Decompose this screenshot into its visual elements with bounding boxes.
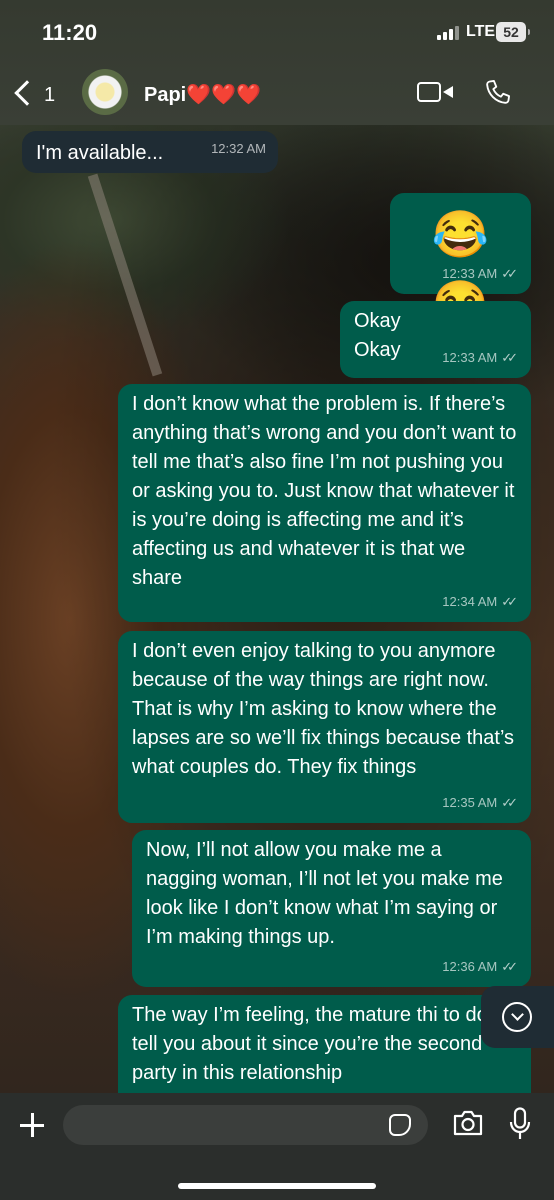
back-chevron-icon[interactable] <box>14 80 40 106</box>
message-text: I don’t even enjoy talking to you anymor… <box>132 640 520 778</box>
battery-icon: 52 <box>496 22 530 42</box>
message-meta: 12:33 AM ✓✓ <box>442 259 518 288</box>
message-time: 12:34 AM <box>442 594 498 609</box>
message-meta: 12:33 AM ✓✓ <box>442 343 518 372</box>
chevron-down-icon <box>502 1002 532 1032</box>
message-time: 12:35 AM <box>442 795 498 810</box>
unread-count[interactable]: 1 <box>44 84 55 107</box>
plus-icon[interactable] <box>18 1111 46 1139</box>
microphone-icon[interactable] <box>509 1107 531 1141</box>
message-outgoing[interactable]: 😂 😂 12:33 AM ✓✓ <box>390 193 531 330</box>
network-label: LTE <box>466 23 496 40</box>
read-receipt-icon: ✓✓ <box>501 795 518 810</box>
message-input[interactable] <box>63 1105 428 1145</box>
read-receipt-icon: ✓✓ <box>501 959 518 974</box>
scroll-to-bottom-button[interactable] <box>481 986 554 1048</box>
status-bar: 11:20 LTE 52 <box>0 0 554 60</box>
message-time: 12:36 AM <box>442 959 498 974</box>
message-text: The way I’m feeling, the mature thi to d… <box>132 1004 508 1084</box>
message-outgoing-partial[interactable]: The way I’m feeling, the mature thi to d… <box>118 995 531 1105</box>
home-indicator <box>178 1183 376 1189</box>
message-outgoing[interactable]: Now, I’ll not allow you make me a naggin… <box>132 830 531 987</box>
message-text: Now, I’ll not allow you make me a naggin… <box>146 839 509 948</box>
status-time: 11:20 <box>42 20 98 45</box>
phone-icon[interactable] <box>484 78 512 106</box>
read-receipt-icon: ✓✓ <box>501 350 518 365</box>
message-outgoing[interactable]: I don’t know what the problem is. If the… <box>118 384 531 622</box>
signal-icon <box>437 26 461 40</box>
message-time: 12:33 AM <box>442 266 498 281</box>
read-receipt-icon: ✓✓ <box>501 266 518 281</box>
message-meta: 12:35 AM ✓✓ <box>442 788 518 817</box>
message-time: 12:32 AM <box>211 141 266 156</box>
message-text: I don’t know what the problem is. If the… <box>132 393 522 589</box>
message-meta: 12:32 AM <box>211 134 266 163</box>
contact-name[interactable]: Papi❤️❤️❤️ <box>144 82 261 107</box>
message-meta: 12:34 AM ✓✓ <box>442 587 518 616</box>
read-receipt-icon: ✓✓ <box>501 594 518 609</box>
chat-header: 1 Papi❤️❤️❤️ <box>0 60 554 124</box>
message-outgoing[interactable]: Okay Okay 12:33 AM ✓✓ <box>340 301 531 378</box>
contact-avatar[interactable] <box>82 69 128 115</box>
video-camera-icon[interactable] <box>417 82 453 102</box>
message-meta: 12:36 AM ✓✓ <box>442 952 518 981</box>
compose-bar <box>0 1093 554 1200</box>
camera-icon[interactable] <box>452 1109 484 1137</box>
message-outgoing[interactable]: I don’t even enjoy talking to you anymor… <box>118 631 531 823</box>
message-time: 12:33 AM <box>442 350 498 365</box>
message-incoming[interactable]: I'm available... 12:32 AM <box>22 131 278 173</box>
